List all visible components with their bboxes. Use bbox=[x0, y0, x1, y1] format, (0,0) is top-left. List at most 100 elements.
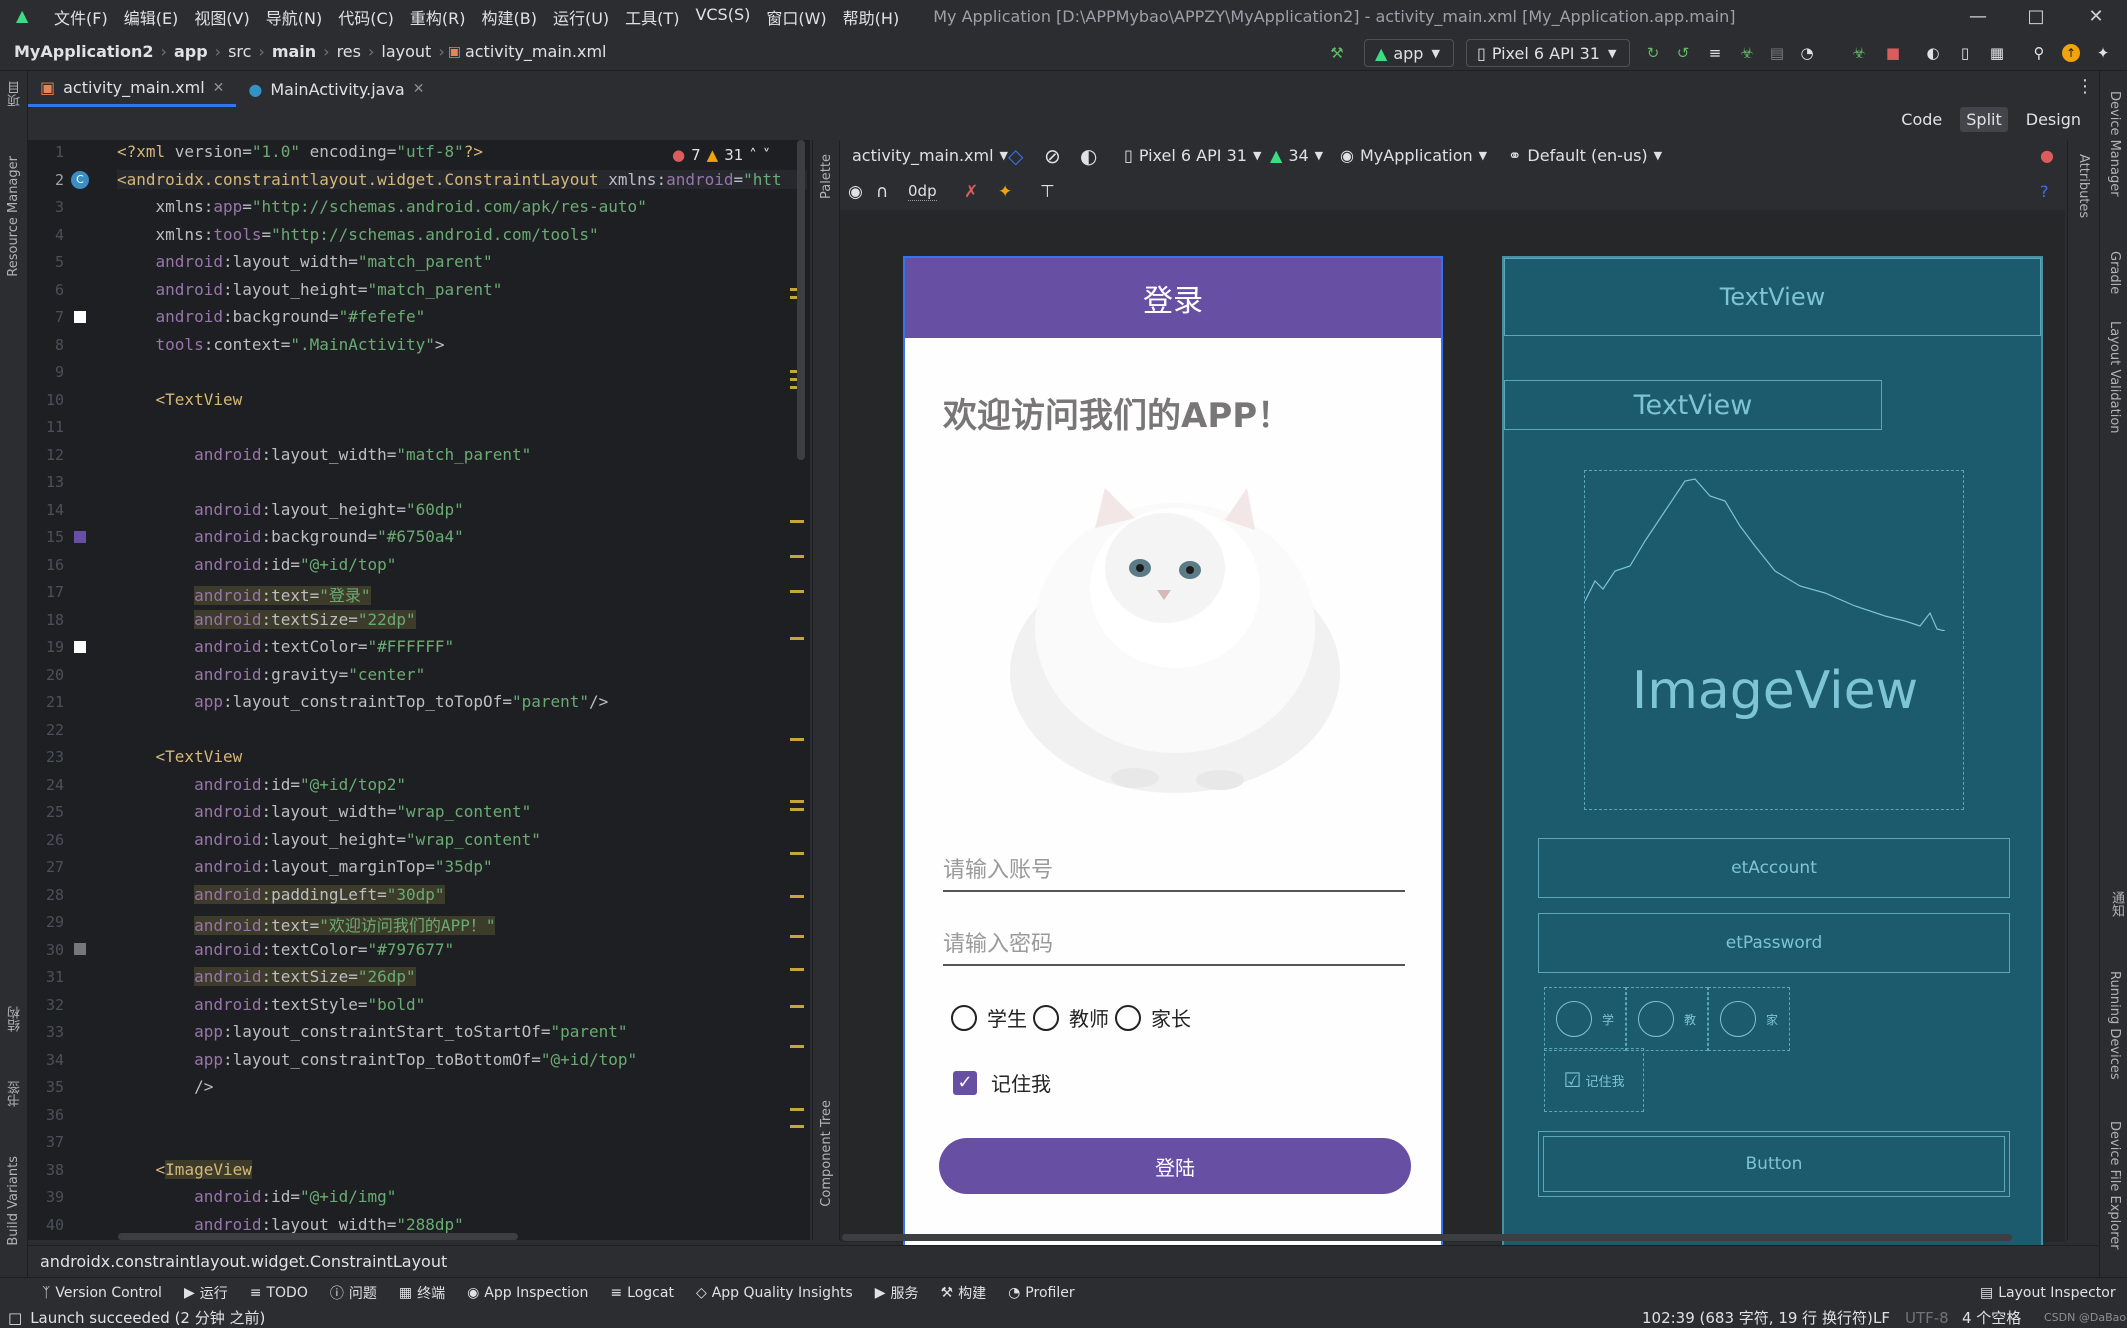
blueprint-imageview[interactable]: ImageView bbox=[1584, 470, 1964, 810]
menu-build[interactable]: 构建(B) bbox=[474, 5, 545, 29]
device-select[interactable]: ▯ Pixel 6 API 31 ▼ bbox=[1466, 39, 1630, 67]
account-input[interactable]: 请输入账号 bbox=[943, 850, 1405, 892]
tool-version-control[interactable]: ᛉ Version Control bbox=[42, 1285, 162, 1301]
close-button[interactable]: ✕ bbox=[2068, 0, 2124, 33]
apply-changes-icon[interactable]: ↻ bbox=[1642, 42, 1664, 64]
menu-view[interactable]: 视图(V) bbox=[186, 5, 257, 29]
chevron-down-icon[interactable]: ˅ bbox=[763, 146, 771, 164]
blueprint-radio-teacher[interactable]: 教 bbox=[1626, 987, 1708, 1051]
menu-refactor[interactable]: 重构(R) bbox=[402, 5, 474, 29]
night-mode-icon[interactable]: ◐ bbox=[1080, 144, 1097, 168]
menu-run[interactable]: 运行(U) bbox=[545, 5, 617, 29]
breadcrumb-res[interactable]: res bbox=[333, 42, 365, 61]
caret-position[interactable]: 102:39 (683 字符, 19 行 换行符) bbox=[1642, 1307, 1873, 1328]
phone-preview[interactable]: 登录 欢迎访问我们的APP！ 请输入账号 请输入密码 学生 教师 家长 ✓ 记住… bbox=[903, 256, 1443, 1256]
radio-student[interactable]: 学生 bbox=[951, 1003, 1027, 1032]
tool-running-devices[interactable]: Running Devices bbox=[2107, 971, 2122, 1080]
breadcrumb-module[interactable]: app bbox=[170, 42, 212, 61]
default-margin-select[interactable]: 0dp bbox=[908, 182, 937, 201]
design-horizontal-scrollbar[interactable] bbox=[842, 1234, 2012, 1241]
apply-code-changes-icon[interactable]: ↺ bbox=[1672, 42, 1694, 64]
tool-project[interactable]: 项目 bbox=[6, 81, 25, 107]
preview-welcome-text[interactable]: 欢迎访问我们的APP！ bbox=[943, 388, 1291, 437]
attributes-tab[interactable]: Attributes bbox=[2076, 154, 2091, 218]
blueprint-etaccount[interactable]: etAccount bbox=[1538, 838, 2010, 898]
maximize-button[interactable]: □ bbox=[2008, 0, 2064, 33]
radio-teacher[interactable]: 教师 bbox=[1033, 1003, 1109, 1032]
coverage-icon[interactable]: ▤ bbox=[1766, 42, 1788, 64]
infer-constraints-icon[interactable]: ✦ bbox=[998, 182, 1012, 202]
build-hammer-icon[interactable]: ⚒ bbox=[1326, 42, 1348, 64]
tool-terminal[interactable]: ▦ 终端 bbox=[399, 1283, 445, 1303]
clear-constraints-icon[interactable]: ✗ bbox=[964, 182, 978, 202]
help-icon[interactable]: ? bbox=[2040, 182, 2049, 201]
tool-app-quality-insights[interactable]: ◇ App Quality Insights bbox=[696, 1285, 853, 1301]
locale-select[interactable]: ⚭ Default (en-us) ▼ bbox=[1508, 146, 1662, 165]
file-encoding[interactable]: UTF-8 bbox=[1905, 1309, 1949, 1327]
tool-gradle[interactable]: Gradle bbox=[2107, 251, 2122, 294]
menu-help[interactable]: 帮助(H) bbox=[835, 5, 908, 29]
blueprint-button[interactable]: Button bbox=[1538, 1131, 2010, 1197]
stop-icon[interactable]: ■ bbox=[1882, 42, 1904, 64]
editor-vertical-scrollbar[interactable] bbox=[797, 140, 805, 460]
menu-navigate[interactable]: 导航(N) bbox=[258, 5, 330, 29]
orientation-icon[interactable]: ⊘ bbox=[1044, 144, 1061, 168]
eye-icon[interactable]: ◉ bbox=[848, 182, 863, 202]
sdk-manager-icon[interactable]: ▦ bbox=[1986, 42, 2008, 64]
breadcrumb-src[interactable]: src bbox=[224, 42, 255, 61]
blueprint-welcome-textview[interactable]: TextView bbox=[1504, 380, 1882, 430]
constraint-layout-gutter-icon[interactable]: C bbox=[71, 171, 89, 189]
radio-parent[interactable]: 家长 bbox=[1115, 1003, 1191, 1032]
menu-edit[interactable]: 编辑(E) bbox=[116, 5, 187, 29]
breadcrumb-main[interactable]: main bbox=[268, 42, 320, 61]
layout-file-select[interactable]: activity_main.xml ▼ bbox=[852, 146, 1008, 165]
preview-header[interactable]: 登录 bbox=[905, 258, 1441, 338]
design-surface-icon[interactable]: ◇ bbox=[1008, 144, 1023, 168]
tool-device-file-explorer[interactable]: Device File Explorer bbox=[2107, 1121, 2122, 1250]
close-icon[interactable]: ✕ bbox=[213, 80, 225, 96]
tool-logcat[interactable]: ≡ Logcat bbox=[610, 1285, 674, 1301]
blueprint-preview[interactable]: TextView TextView ImageView etAccount et… bbox=[1502, 256, 2043, 1256]
device-preview-select[interactable]: ▯ Pixel 6 API 31 ▼ bbox=[1124, 146, 1261, 165]
code-editor[interactable] bbox=[28, 140, 810, 1240]
tool-notifications[interactable]: 通知 bbox=[2107, 891, 2126, 917]
menu-code[interactable]: 代码(C) bbox=[330, 5, 402, 29]
magnet-icon[interactable]: ∩ bbox=[876, 182, 888, 202]
breadcrumb-layout[interactable]: layout bbox=[377, 42, 435, 61]
cat-image[interactable] bbox=[985, 468, 1365, 808]
debug-icon[interactable]: ☣ bbox=[1736, 42, 1758, 64]
guidelines-icon[interactable]: ⊤ bbox=[1040, 182, 1055, 202]
device-mirror-icon[interactable]: ◐ bbox=[1922, 42, 1944, 64]
menu-window[interactable]: 窗口(W) bbox=[758, 5, 834, 29]
device-manager-icon[interactable]: ▯ bbox=[1954, 42, 1976, 64]
palette-tab[interactable]: Palette bbox=[819, 154, 834, 199]
tool-todo[interactable]: ≡ TODO bbox=[250, 1285, 308, 1301]
login-button[interactable]: 登陆 bbox=[939, 1138, 1411, 1194]
editor-breadcrumb-path[interactable]: androidx.constraintlayout.widget.Constra… bbox=[40, 1252, 447, 1271]
tab-activity-main[interactable]: ▣ activity_main.xml ✕ bbox=[28, 71, 237, 107]
color-swatch-white[interactable] bbox=[74, 311, 86, 323]
tool-build-variants[interactable]: Build Variants bbox=[6, 1156, 21, 1246]
blueprint-etpassword[interactable]: etPassword bbox=[1538, 913, 2010, 973]
tool-layout-validation[interactable]: Layout Validation bbox=[2107, 321, 2122, 434]
tool-problems[interactable]: ⓘ 问题 bbox=[330, 1283, 377, 1303]
color-swatch-gray[interactable] bbox=[74, 943, 86, 955]
color-swatch-purple[interactable] bbox=[74, 531, 86, 543]
blueprint-radio-student[interactable]: 学 bbox=[1544, 987, 1626, 1051]
run-config-select[interactable]: ▲ app ▼ bbox=[1364, 39, 1454, 67]
tool-layout-inspector[interactable]: ▤ Layout Inspector bbox=[1980, 1285, 2116, 1301]
more-options-icon[interactable]: ⋮ bbox=[2076, 76, 2094, 97]
tool-device-manager[interactable]: Device Manager bbox=[2107, 91, 2122, 197]
indent-setting[interactable]: 4 个空格 bbox=[1962, 1307, 2021, 1328]
update-icon[interactable]: ↑ bbox=[2060, 42, 2082, 64]
inspection-widget[interactable]: ● 7 ▲ 31 ˄ ˅ bbox=[672, 146, 770, 164]
breadcrumb-file[interactable]: activity_main.xml bbox=[461, 42, 611, 61]
tool-run[interactable]: ▶ 运行 bbox=[184, 1283, 228, 1303]
tool-resource-manager[interactable]: Resource Manager bbox=[6, 156, 21, 277]
remember-me-checkbox[interactable]: ✓ 记住我 bbox=[953, 1068, 1051, 1097]
chevron-up-icon[interactable]: ˄ bbox=[749, 146, 757, 164]
tool-bookmarks[interactable]: 书签 bbox=[6, 1081, 25, 1107]
error-icon[interactable]: ● bbox=[2040, 146, 2054, 165]
theme-select[interactable]: ◉ MyApplication ▼ bbox=[1340, 146, 1487, 165]
attach-debugger-icon[interactable]: ☣ bbox=[1848, 42, 1870, 64]
